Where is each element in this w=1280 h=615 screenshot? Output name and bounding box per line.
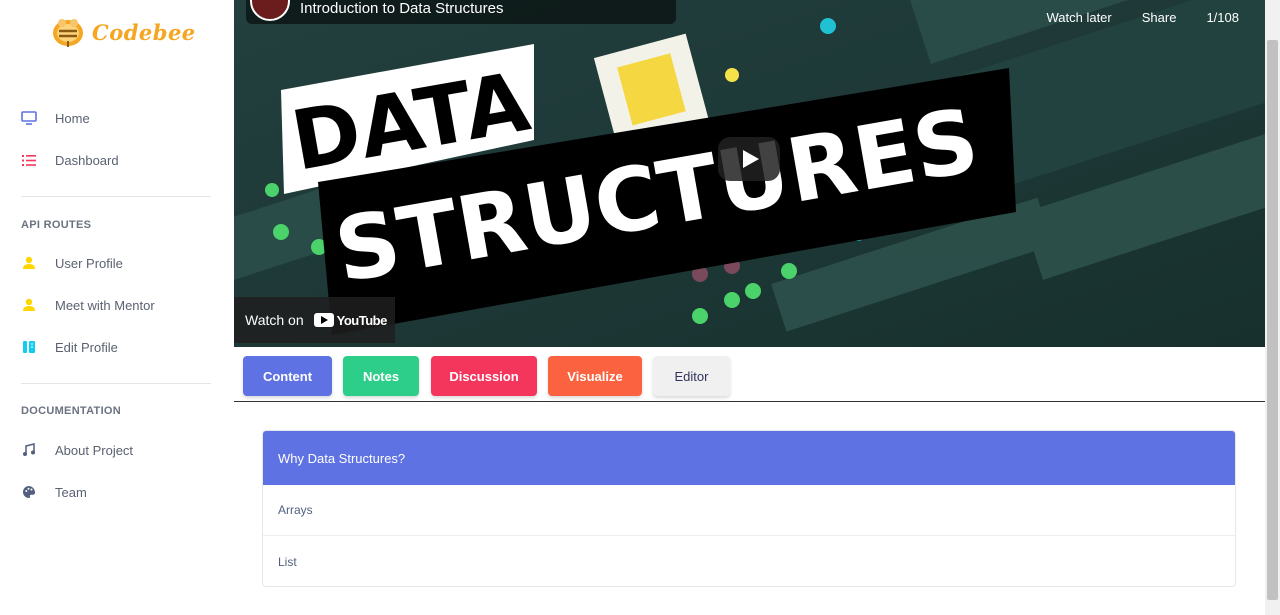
monitor-icon [21, 110, 37, 126]
play-button[interactable] [718, 137, 780, 181]
tab-content[interactable]: Content [243, 356, 332, 396]
bee-logo-icon [53, 19, 83, 47]
music-icon [21, 442, 37, 458]
sidebar: Codebee Home Dashboard API ROUTES User P… [0, 0, 234, 615]
video-title[interactable]: Introduction to Data Structures [300, 0, 503, 17]
sidebar-item-home[interactable]: Home [21, 110, 90, 126]
sidebar-item-label: Home [55, 110, 90, 126]
brand-logo-link[interactable]: Codebee [50, 15, 196, 49]
youtube-wordmark: YouTube [336, 312, 388, 328]
user-icon [21, 297, 37, 313]
sidebar-item-label: Meet with Mentor [55, 297, 155, 313]
watch-on-label: Watch on [245, 312, 304, 328]
main-content: DATA STRUCTURES Introduction to Data Str… [234, 0, 1265, 615]
content-tabs: Content Notes Discussion Visualize Edito… [234, 347, 1265, 402]
watch-on-youtube-button[interactable]: Watch on YouTube [234, 297, 395, 343]
sidebar-item-team[interactable]: Team [21, 484, 87, 500]
scrollbar-thumb[interactable] [1267, 40, 1278, 600]
playlist-counter[interactable]: 1/108 [1206, 10, 1239, 25]
sidebar-item-label: About Project [55, 442, 134, 458]
brand-name: Codebee [92, 19, 196, 45]
page-scrollbar[interactable] [1265, 0, 1280, 615]
section-title-documentation: DOCUMENTATION [21, 405, 122, 417]
sidebar-item-edit-profile[interactable]: Edit Profile [21, 339, 118, 355]
youtube-play-icon [313, 313, 334, 327]
sidebar-item-label: Team [55, 484, 87, 500]
video-player[interactable]: DATA STRUCTURES Introduction to Data Str… [234, 0, 1265, 347]
edit-profile-icon [21, 339, 37, 355]
tab-notes[interactable]: Notes [343, 356, 419, 396]
video-actions: Watch later Share 1/108 [1046, 10, 1239, 25]
sidebar-divider [21, 196, 211, 197]
user-icon [21, 255, 37, 271]
tab-visualize[interactable]: Visualize [548, 356, 642, 396]
video-title-bar[interactable]: Introduction to Data Structures [246, 0, 676, 24]
share-button[interactable]: Share [1142, 10, 1177, 25]
palette-icon [21, 484, 37, 500]
sidebar-item-dashboard[interactable]: Dashboard [21, 152, 119, 168]
sidebar-item-label: User Profile [55, 255, 123, 271]
sidebar-item-user-profile[interactable]: User Profile [21, 255, 123, 271]
sidebar-divider [21, 383, 211, 384]
watch-later-button[interactable]: Watch later [1046, 10, 1111, 25]
sidebar-item-label: Dashboard [55, 152, 119, 168]
tab-discussion[interactable]: Discussion [431, 356, 537, 396]
section-title-api: API ROUTES [21, 219, 92, 231]
app-root: Codebee Home Dashboard API ROUTES User P… [0, 0, 1280, 615]
tab-editor[interactable]: Editor [653, 356, 730, 396]
sidebar-item-about-project[interactable]: About Project [21, 442, 133, 458]
youtube-logo: YouTube [313, 312, 388, 328]
sidebar-item-label: Edit Profile [55, 339, 118, 355]
topics-accordion: Why Data Structures? Arrays List [262, 430, 1236, 587]
accordion-item-list[interactable]: List [263, 536, 1235, 586]
sidebar-item-meet-mentor[interactable]: Meet with Mentor [21, 297, 155, 313]
channel-avatar[interactable] [250, 0, 290, 21]
accordion-item-arrays[interactable]: Arrays [263, 485, 1235, 536]
accordion-header[interactable]: Why Data Structures? [263, 431, 1235, 485]
list-icon [21, 152, 37, 168]
